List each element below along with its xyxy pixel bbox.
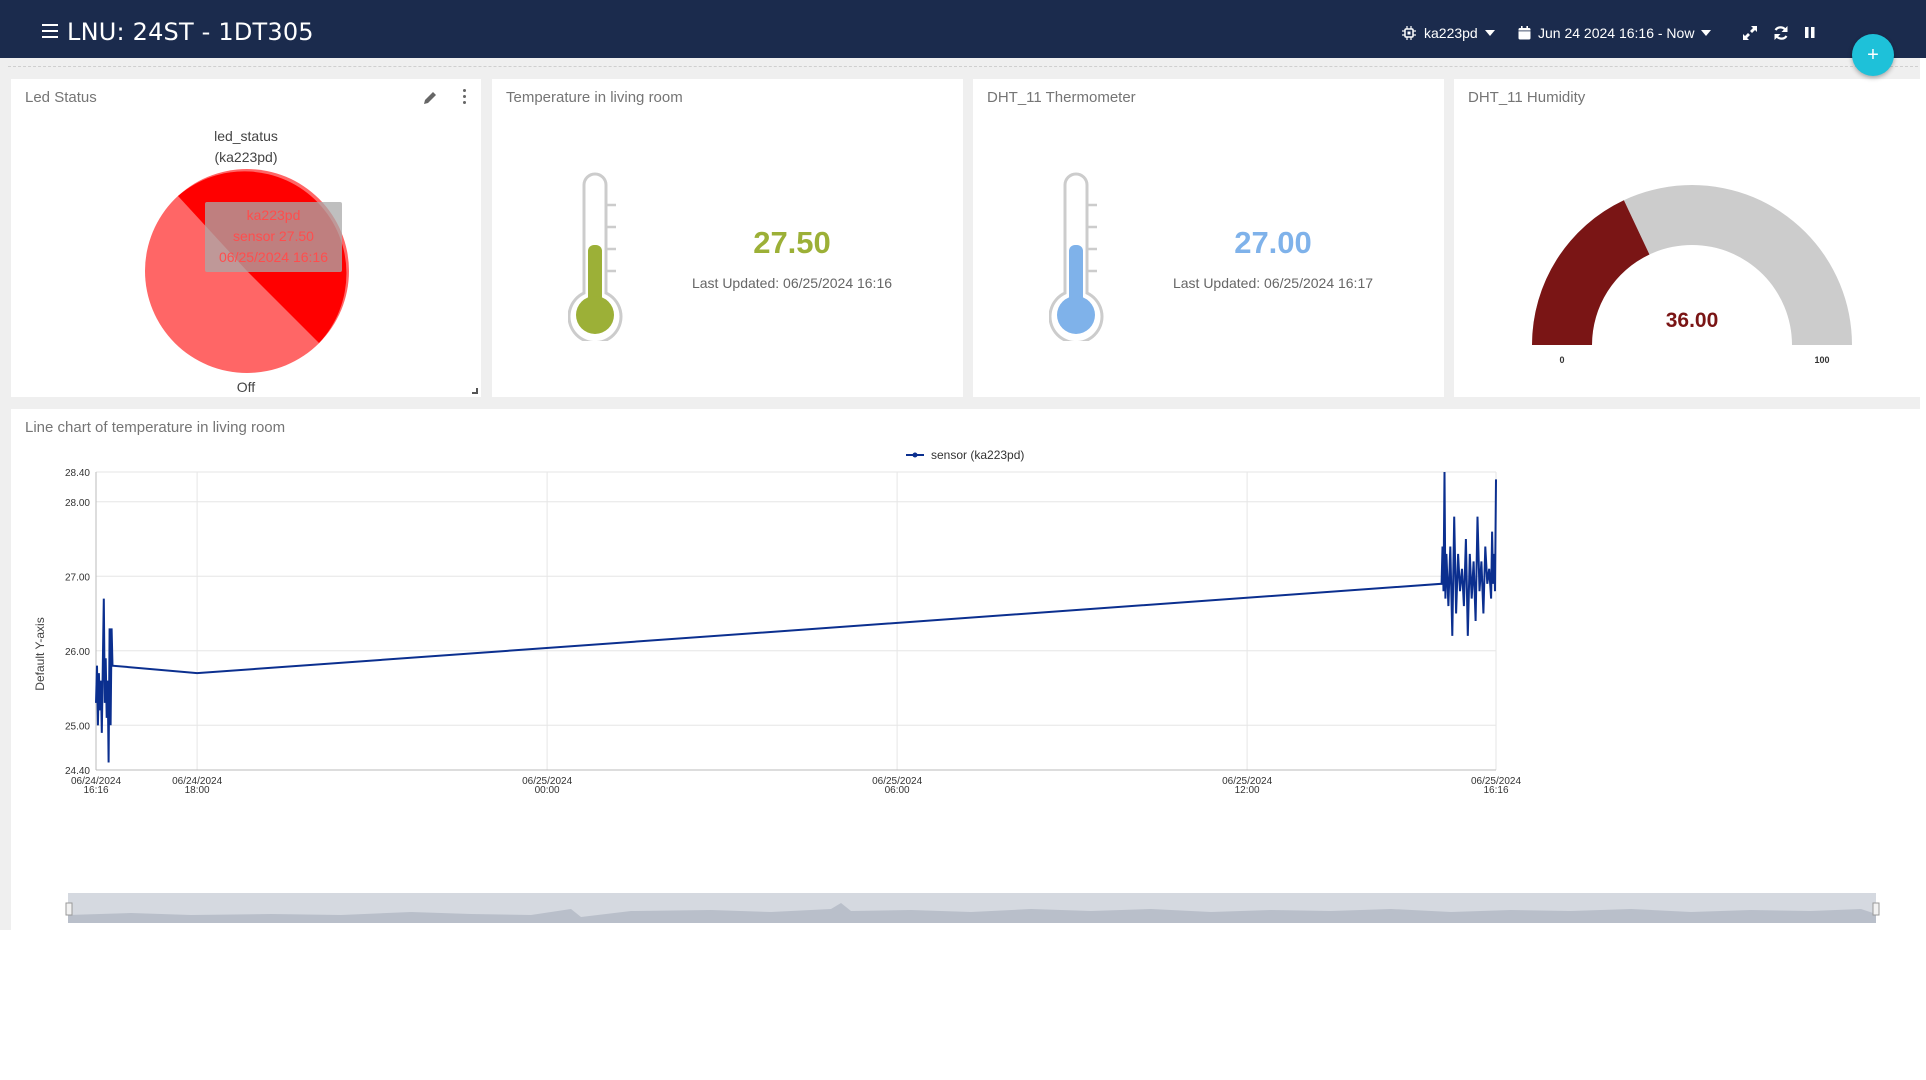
led-status-widget: Led Status led_status (ka223pd) ka223pd … [11,79,481,397]
add-widget-button[interactable]: + [1852,34,1894,76]
gauge-fill [1532,200,1650,345]
time-range-label: Jun 24 2024 16:16 - Now [1538,25,1695,41]
navigator[interactable] [65,893,1880,923]
gauge-min: 0 [1559,355,1564,365]
x-tick-label: 06:00 [885,785,910,796]
edit-icon[interactable] [422,90,438,106]
thermometer-value: 27.00 [1234,225,1312,260]
last-updated: Last Updated: 06/25/2024 16:17 [1172,275,1374,291]
pie-titles: led_status (ka223pd) [11,126,481,168]
widget-title: Temperature in living room [506,89,683,106]
y-tick-label: 26.00 [65,647,90,658]
menu-icon[interactable] [42,24,58,38]
humidity-gauge[interactable]: 36.00 0 100 [1522,175,1862,375]
pie-title: led_status [214,128,278,144]
legend[interactable]: sensor (ka223pd) [906,448,1024,462]
legend-label: sensor (ka223pd) [931,448,1024,462]
device-selector[interactable]: ka223pd [1401,25,1495,41]
x-tick-label: 16:16 [83,785,108,796]
pie-subtitle: (ka223pd) [214,149,278,165]
divider [8,66,1918,67]
widget-title: Led Status [25,89,97,106]
fullscreen-icon[interactable] [1741,24,1759,42]
resize-handle[interactable] [472,388,478,394]
tooltip-device: ka223pd [246,207,301,223]
thermometer-bulb [1057,296,1095,334]
dht-thermometer-widget: DHT_11 Thermometer 27.00 Last Updated: 0… [973,79,1444,397]
navigator-handle-left [65,902,73,916]
gauge-max: 100 [1814,355,1829,365]
thermometer-bulb [576,296,614,334]
dht-humidity-widget: DHT_11 Humidity 36.00 0 100 [1454,79,1920,397]
x-tick-label: 18:00 [185,785,210,796]
y-tick-label: 27.00 [65,572,90,583]
tooltip-value: sensor 27.50 [233,228,314,244]
temperature-value: 27.50 [753,225,831,260]
x-tick-label: 12:00 [1235,785,1260,796]
last-updated: Last Updated: 06/25/2024 16:16 [691,275,893,291]
gauge-value: 36.00 [1666,309,1719,332]
refresh-icon[interactable] [1772,24,1790,42]
y-tick-label: 28.40 [65,468,90,479]
y-axis-title: Default Y-axis [33,617,47,690]
led-state-label: Off [236,379,256,395]
widget-title: DHT_11 Humidity [1468,89,1586,106]
top-strip [0,0,1926,8]
thermometer-icon [568,172,623,341]
pause-icon[interactable] [1801,24,1819,42]
x-tick-label: 16:16 [1483,785,1508,796]
navigator-handle-right [1872,902,1880,916]
y-tick-label: 28.00 [65,498,90,509]
app-header: LNU: 24ST - 1DT305 ka223pd Jun 24 2024 1… [0,8,1926,58]
line-chart-widget: Line chart of temperature in living room… [11,409,1920,930]
chevron-down-icon [1701,30,1712,36]
device-chip-icon [1402,26,1416,40]
y-tick-label: 25.00 [65,721,90,732]
series-line [95,471,1497,763]
chart-tooltip: ka223pd sensor 27.50 06/25/2024 16:16 [205,202,342,272]
calendar-icon [1518,26,1531,40]
temperature-widget: Temperature in living room 27.50 Last Up… [492,79,963,397]
tooltip-time: 06/25/2024 16:16 [219,249,328,265]
temperature-line-chart[interactable]: 28.4028.0027.0026.0025.0024.4006/24/2024… [11,409,1920,930]
x-tick-label: 00:00 [535,785,560,796]
app-title: LNU: 24ST - 1DT305 [67,18,314,46]
device-label: ka223pd [1424,25,1478,41]
more-options-icon[interactable] [463,89,467,107]
widget-title: DHT_11 Thermometer [987,89,1136,106]
chevron-down-icon [1484,30,1495,36]
thermometer-icon [1049,172,1104,341]
time-range-selector[interactable]: Jun 24 2024 16:16 - Now [1518,25,1712,41]
